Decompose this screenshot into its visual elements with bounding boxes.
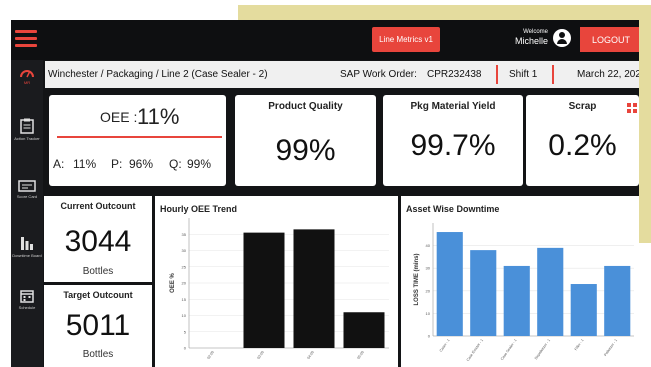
y-tick-label: 10 bbox=[426, 311, 431, 316]
y-tick-label: 20 bbox=[182, 281, 187, 286]
x-tick-label: 02:00 bbox=[206, 350, 214, 360]
welcome-block: Welcome Michelle bbox=[508, 29, 548, 46]
oee-card[interactable]: OEE : 11% A: 11% P: 96% Q: 99% bbox=[49, 95, 226, 186]
x-tick-label: Depalletizer - 1 bbox=[534, 338, 551, 360]
y-tick-label: 30 bbox=[182, 248, 187, 253]
y-tick-label: 35 bbox=[182, 232, 187, 237]
current-outcount-value: 3044 bbox=[64, 225, 132, 258]
pkg-material-yield-card[interactable]: Pkg Material Yield 99.7% bbox=[383, 95, 523, 186]
bar[interactable] bbox=[537, 247, 564, 336]
bar[interactable] bbox=[570, 284, 597, 336]
calendar-icon bbox=[20, 290, 34, 303]
sidebar-item-score-card[interactable]: Score Card bbox=[11, 180, 43, 199]
quality-label: Q: bbox=[169, 157, 182, 171]
sidebar: MR Action Tracker Score Card Downtime Bo… bbox=[11, 60, 43, 367]
oee-divider bbox=[57, 136, 222, 138]
work-order-value: CPR232438 bbox=[427, 69, 482, 80]
x-tick-label: Palletizer - 1 bbox=[603, 338, 618, 357]
bar[interactable] bbox=[503, 265, 530, 336]
sidebar-item-label: Action Tracker bbox=[14, 136, 40, 141]
sidebar-item-action-tracker[interactable]: Action Tracker bbox=[11, 118, 43, 141]
y-tick-label: 15 bbox=[182, 297, 187, 302]
target-outcount-unit: Bottles bbox=[82, 349, 114, 360]
bar[interactable] bbox=[470, 250, 497, 336]
y-tick-label: 20 bbox=[426, 288, 431, 293]
asset-wise-downtime-chart: Asset Wise Downtime 0 10 20 30 40 Caser - 1 Ca… bbox=[401, 196, 639, 367]
chart-svg: 0 5 10 15 20 25 30 35 02:00 03:00 04:00 05:00 OEE % bbox=[170, 218, 389, 360]
date-label: March 22, 202 bbox=[577, 69, 639, 80]
line-metrics-button[interactable]: Line Metrics v1 bbox=[372, 27, 440, 52]
bar[interactable] bbox=[293, 229, 335, 348]
current-outcount-unit: Bottles bbox=[82, 266, 114, 277]
top-bar: Line Metrics v1 Welcome Michelle LOGOUT bbox=[11, 20, 639, 60]
y-tick-label: 25 bbox=[182, 264, 187, 269]
sidebar-item-label: MR bbox=[23, 80, 31, 85]
sidebar-item-label: Schedule bbox=[18, 305, 36, 310]
user-avatar-icon[interactable] bbox=[553, 29, 571, 47]
y-tick-label: 0 bbox=[184, 346, 187, 351]
clipboard-icon bbox=[20, 118, 34, 134]
y-tick-label: 0 bbox=[428, 334, 431, 339]
card-title: Pkg Material Yield bbox=[410, 101, 496, 112]
current-outcount-panel: Current Outcount 3044 Bottles bbox=[44, 196, 152, 282]
target-outcount-value: 5011 bbox=[65, 309, 131, 342]
chart-svg: 0 10 20 30 40 Caser - 1 Case Erector - 1 Case S… bbox=[414, 223, 634, 362]
x-tick-label: 04:00 bbox=[306, 350, 314, 360]
divider bbox=[552, 65, 554, 84]
y-tick-label: 5 bbox=[184, 329, 187, 334]
bar[interactable] bbox=[243, 232, 285, 348]
sidebar-item-label: Score Card bbox=[16, 194, 38, 199]
info-bar: Winchester / Packaging / Line 2 (Case Se… bbox=[45, 61, 639, 88]
performance-label: P: bbox=[111, 157, 123, 171]
app-screen: Line Metrics v1 Welcome Michelle LOGOUT … bbox=[11, 20, 639, 367]
gauge-icon bbox=[20, 70, 34, 78]
card-value: 99% bbox=[275, 134, 336, 167]
sidebar-item-downtime-board[interactable]: Downtime Board bbox=[11, 235, 43, 258]
oee-label: OEE : bbox=[100, 109, 138, 125]
card-title: Product Quality bbox=[268, 101, 343, 112]
x-tick-label: Caser - 1 bbox=[439, 338, 451, 352]
card-value: 99.7% bbox=[410, 129, 496, 162]
quality-value: 99% bbox=[187, 157, 212, 171]
scrap-card[interactable]: Scrap 0.2% bbox=[526, 95, 639, 186]
x-tick-label: Case Sealer - 1 bbox=[500, 338, 518, 361]
work-order-label: SAP Work Order: bbox=[340, 69, 417, 80]
user-name: Michelle bbox=[514, 36, 548, 46]
welcome-label: Welcome bbox=[523, 29, 548, 35]
hamburger-menu-icon[interactable] bbox=[15, 30, 37, 48]
y-tick-label: 40 bbox=[426, 243, 431, 248]
y-tick-label: 10 bbox=[182, 313, 187, 318]
target-outcount-panel: Target Outcount 5011 Bottles bbox=[44, 285, 152, 367]
availability-value: 11% bbox=[73, 157, 97, 171]
panel-title: Target Outcount bbox=[63, 290, 133, 300]
availability-label: A: bbox=[53, 157, 65, 171]
sidebar-item-schedule[interactable]: Schedule bbox=[11, 289, 43, 310]
bar[interactable] bbox=[343, 312, 385, 348]
x-tick-label: 03:00 bbox=[256, 350, 264, 360]
sidebar-item-label: Downtime Board bbox=[12, 253, 42, 258]
card-value: 0.2% bbox=[548, 129, 617, 162]
logout-button[interactable]: LOGOUT bbox=[580, 27, 639, 52]
bar-chart-icon bbox=[21, 237, 33, 250]
hourly-oee-trend-chart: Hourly OEE Trend 0 5 10 15 20 25 30 35 02:00 03:0… bbox=[155, 196, 398, 367]
breadcrumb: Winchester / Packaging / Line 2 (Case Se… bbox=[48, 69, 268, 80]
x-tick-label: Case Erector - 1 bbox=[466, 338, 484, 362]
x-tick-label: Filler - 1 bbox=[574, 338, 585, 351]
y-axis-label: OEE % bbox=[170, 273, 176, 293]
card-title: Scrap bbox=[568, 101, 597, 112]
panel-title: Current Outcount bbox=[60, 201, 136, 211]
divider bbox=[496, 65, 498, 84]
y-tick-label: 30 bbox=[426, 266, 431, 271]
product-quality-card[interactable]: Product Quality 99% bbox=[235, 95, 376, 186]
sidebar-item-mr[interactable]: MR bbox=[11, 66, 43, 85]
performance-value: 96% bbox=[129, 157, 154, 171]
bar[interactable] bbox=[604, 265, 631, 336]
x-tick-label: 05:00 bbox=[356, 350, 364, 360]
shift-label: Shift 1 bbox=[509, 69, 538, 80]
grid-icon[interactable] bbox=[627, 103, 637, 115]
bar[interactable] bbox=[436, 232, 463, 336]
y-axis-label: LOSS TIME (mins) bbox=[414, 253, 420, 305]
scorecard-icon bbox=[18, 180, 36, 192]
oee-value: 11% bbox=[137, 104, 180, 129]
